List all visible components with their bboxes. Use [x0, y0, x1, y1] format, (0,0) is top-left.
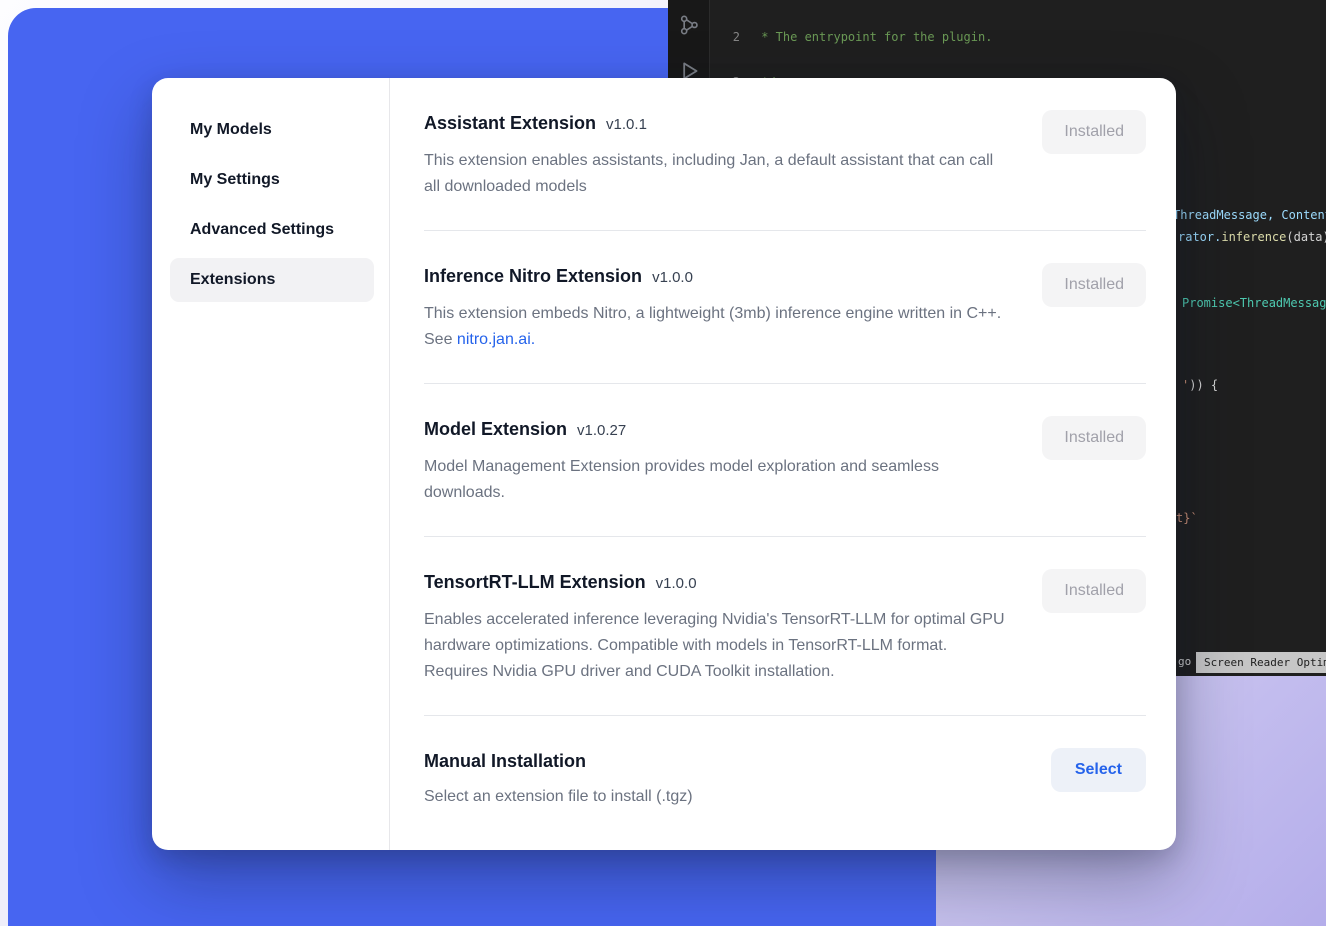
- extension-row-tensorrt-llm: TensortRT-LLM Extension v1.0.0 Enables a…: [424, 569, 1146, 685]
- code-fragment: rator.inference(data));: [1178, 229, 1326, 245]
- settings-sidebar: My Models My Settings Advanced Settings …: [152, 78, 390, 850]
- section-divider: [424, 715, 1146, 716]
- code-text: (data));: [1286, 230, 1326, 244]
- code-text: )) {: [1189, 378, 1218, 392]
- code-text: inference: [1221, 230, 1286, 244]
- extension-title-row: Assistant Extension v1.0.1: [424, 110, 1008, 138]
- code-fragment: t}`: [1176, 510, 1198, 526]
- page-background: 2 * The entrypoint for the plugin. 3 */ …: [0, 0, 1326, 926]
- manual-installation-row: Manual Installation Select an extension …: [424, 748, 1146, 810]
- section-divider: [424, 383, 1146, 384]
- installed-button[interactable]: Installed: [1042, 110, 1146, 154]
- installed-button[interactable]: Installed: [1042, 569, 1146, 613]
- extension-version: v1.0.0: [656, 571, 697, 597]
- code-text: Promise<ThreadMessage>: [1182, 296, 1326, 310]
- settings-modal: My Models My Settings Advanced Settings …: [152, 78, 1176, 850]
- sidebar-item-my-settings[interactable]: My Settings: [170, 158, 374, 202]
- extension-info: Manual Installation Select an extension …: [424, 748, 693, 810]
- sidebar-item-my-models[interactable]: My Models: [170, 108, 374, 152]
- screen-reader-optimize-status[interactable]: Screen Reader Optimize: [1196, 652, 1326, 673]
- manual-installation-title: Manual Installation: [424, 748, 586, 774]
- extension-row-assistant: Assistant Extension v1.0.1 This extensio…: [424, 110, 1146, 200]
- code-fragment: Promise<ThreadMessage>: [1182, 295, 1326, 311]
- extension-version: v1.0.1: [606, 112, 647, 138]
- code-line: 2 * The entrypoint for the plugin.: [710, 29, 1326, 46]
- extension-name: TensortRT-LLM Extension: [424, 569, 646, 595]
- extension-title-row: Manual Installation: [424, 748, 693, 774]
- sidebar-item-label: Extensions: [190, 271, 275, 289]
- extension-description: This extension embeds Nitro, a lightweig…: [424, 301, 1008, 353]
- section-divider: [424, 230, 1146, 231]
- extension-title-row: Inference Nitro Extension v1.0.0: [424, 263, 1008, 291]
- extension-version: v1.0.27: [577, 418, 626, 444]
- extension-info: Assistant Extension v1.0.1 This extensio…: [424, 110, 1008, 200]
- installed-button[interactable]: Installed: [1042, 416, 1146, 460]
- code-text: rator.: [1178, 230, 1221, 244]
- extension-title-row: TensortRT-LLM Extension v1.0.0: [424, 569, 1008, 597]
- sidebar-item-label: My Models: [190, 121, 272, 139]
- line-number: 2: [710, 29, 740, 46]
- section-divider: [424, 536, 1146, 537]
- code-text: t}`: [1176, 511, 1198, 525]
- code-comment: * The entrypoint for the plugin.: [754, 29, 992, 46]
- extension-info: Model Extension v1.0.27 Model Management…: [424, 416, 1008, 506]
- extension-title-row: Model Extension v1.0.27: [424, 416, 1008, 444]
- installed-button[interactable]: Installed: [1042, 263, 1146, 307]
- source-control-graph-icon[interactable]: [678, 14, 700, 36]
- extension-info: Inference Nitro Extension v1.0.0 This ex…: [424, 263, 1008, 353]
- extension-row-model: Model Extension v1.0.27 Model Management…: [424, 416, 1146, 506]
- extension-name: Model Extension: [424, 416, 567, 442]
- sidebar-item-advanced-settings[interactable]: Advanced Settings: [170, 208, 374, 252]
- extension-row-nitro: Inference Nitro Extension v1.0.0 This ex…: [424, 263, 1146, 353]
- sidebar-item-label: Advanced Settings: [190, 221, 334, 239]
- select-file-button[interactable]: Select: [1051, 748, 1146, 792]
- extensions-panel: Assistant Extension v1.0.1 This extensio…: [390, 78, 1176, 850]
- extension-name: Inference Nitro Extension: [424, 263, 642, 289]
- sidebar-item-label: My Settings: [190, 171, 280, 189]
- code-fragment: ')) {: [1182, 377, 1218, 393]
- sidebar-item-extensions[interactable]: Extensions: [170, 258, 374, 302]
- extension-version: v1.0.0: [652, 265, 693, 291]
- extension-description: Model Management Extension provides mode…: [424, 454, 1008, 506]
- extension-name: Assistant Extension: [424, 110, 596, 136]
- status-bar-text: go: [1178, 655, 1191, 668]
- nitro-jan-ai-link[interactable]: nitro.jan.ai.: [457, 331, 535, 348]
- extension-info: TensortRT-LLM Extension v1.0.0 Enables a…: [424, 569, 1008, 685]
- manual-installation-description: Select an extension file to install (.tg…: [424, 784, 693, 810]
- extension-description: Enables accelerated inference leveraging…: [424, 607, 1008, 685]
- extension-description: This extension enables assistants, inclu…: [424, 148, 1008, 200]
